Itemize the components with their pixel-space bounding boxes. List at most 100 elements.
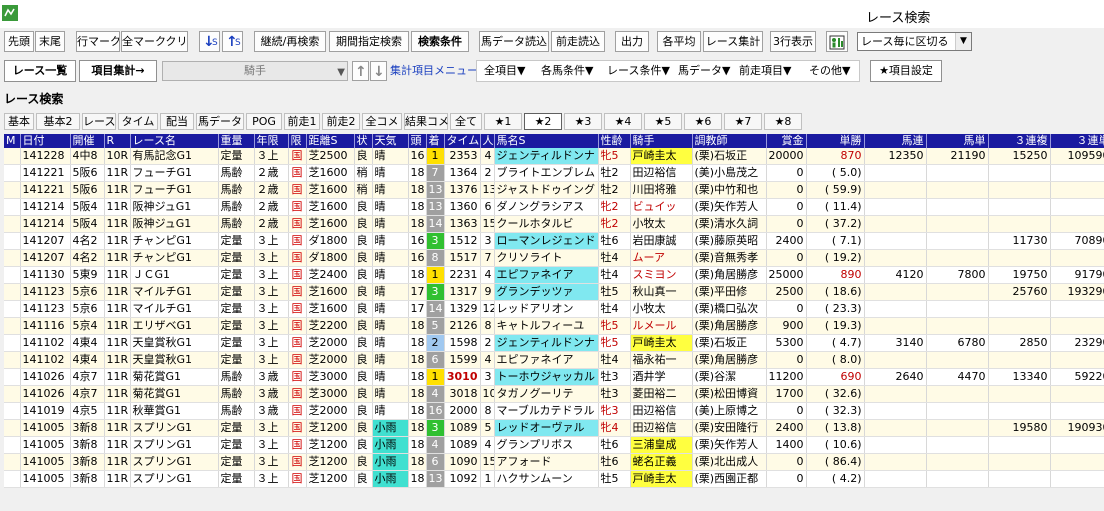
menu-all-items[interactable]: 全項目▼ [484, 62, 525, 80]
clear-marks-button[interactable]: 全マーククリア [121, 31, 188, 52]
cell-win: ( 32.6) [806, 385, 865, 403]
tab-0[interactable]: 基本 [4, 113, 34, 130]
continue-search-button[interactable]: 継続/再検索 [254, 31, 326, 52]
column-header[interactable]: タイム [444, 134, 481, 148]
table-row[interactable]: 141207 4名2 11R チャンピG1 定量 ３上国ダ1800 良晴 16 3 1512 3 ロー… [4, 232, 1104, 250]
column-header[interactable]: 人 [480, 134, 495, 148]
separator-select[interactable]: レース毎に区切る ▼ [857, 32, 972, 51]
tab-12[interactable]: ★1 [484, 113, 522, 130]
column-header[interactable]: 限 [288, 134, 307, 148]
table-row[interactable]: 141005 3新8 11R スプリンG1 定量 ３上国芝1200 良小雨 18 13 1092 1… [4, 470, 1104, 488]
column-header[interactable]: 重量 [218, 134, 255, 148]
tab-17[interactable]: ★6 [684, 113, 722, 130]
table-row[interactable]: 141207 4名2 11R チャンピG1 定量 ３上国ダ1800 良晴 16 8 1517 7 クリ… [4, 249, 1104, 267]
last-button[interactable]: 末尾 [35, 31, 65, 52]
tab-6[interactable]: POG [246, 113, 282, 130]
column-header[interactable]: 天気 [372, 134, 409, 148]
cell-time: 1363 [444, 215, 481, 233]
column-header[interactable]: R [104, 134, 131, 148]
table-row[interactable]: 141221 5阪6 11R フューチG1 馬齢 ２歳国芝1600 稍晴 18 7 1364 2 ブラ… [4, 164, 1104, 182]
table-row[interactable]: 141102 4東4 11R 天皇賞秋G1 定量 ３上国芝2000 良晴 18 6 1599 4 エピ… [4, 351, 1104, 369]
column-header[interactable]: 状 [354, 134, 373, 148]
tab-15[interactable]: ★4 [604, 113, 642, 130]
column-header[interactable]: 開催 [70, 134, 105, 148]
table-row[interactable]: 1412215阪611RフューチG1馬齢２歳国芝1600稍晴1813137613… [4, 181, 1104, 199]
average-button[interactable]: 各平均 [657, 31, 701, 52]
race-aggregate-button[interactable]: レース集計 [703, 31, 763, 52]
tab-2[interactable]: レース [82, 113, 116, 130]
column-header[interactable]: M [4, 134, 21, 148]
table-row[interactable]: 141214 5阪4 11R 阪神ジュG1 馬齢 ２歳国芝1600 良晴 18 13 1360 6 ダ… [4, 198, 1104, 216]
prev-run-read-button[interactable]: 前走読込 [551, 31, 605, 52]
table-row[interactable]: 1411235京611RマイルチG1定量３上国芝1600良晴1714132912… [4, 300, 1104, 318]
aggregate-menu-link[interactable]: 集計項目メニュー [390, 62, 478, 80]
column-header[interactable]: 着 [426, 134, 445, 148]
tab-19[interactable]: ★8 [764, 113, 802, 130]
tab-11[interactable]: 全て [450, 113, 482, 130]
table-row[interactable]: 1410264京711R菊花賞G1馬齢３歳国芝3000良晴184301810タガ… [4, 385, 1104, 403]
item-aggregate-button[interactable]: 項目集計→ [79, 60, 157, 82]
horse-data-read-button[interactable]: 馬データ読込 [479, 31, 549, 52]
table-row[interactable]: 141116 5京4 11R エリザベG1 定量 ３上国芝2200 良晴 18 5 2126 8 キャ… [4, 317, 1104, 335]
column-header[interactable]: 調教師 [692, 134, 767, 148]
sort-asc-button[interactable]: ↑ S [222, 31, 243, 52]
tab-16[interactable]: ★5 [644, 113, 682, 130]
agg-sort-up-button[interactable]: ↑ [352, 61, 369, 81]
column-header[interactable]: 性齢 [598, 134, 631, 148]
tab-8[interactable]: 前走2 [322, 113, 360, 130]
race-list-button[interactable]: レース一覧 [4, 60, 76, 82]
tab-3[interactable]: タイム [118, 113, 158, 130]
output-button[interactable]: 出力 [615, 31, 649, 52]
column-header[interactable]: 年限 [254, 134, 289, 148]
table-row[interactable]: 1412145阪411R阪神ジュG1馬齢２歳国芝1600良晴1814136315… [4, 215, 1104, 233]
menu-other[interactable]: その他▼ [809, 62, 850, 80]
tab-10[interactable]: 結果コメ [404, 113, 449, 130]
table-row[interactable]: 141005 3新8 11R スプリンG1 定量 ３上国芝1200 良小雨 18 4 1089 4 グ… [4, 436, 1104, 454]
table-row[interactable]: 141019 4京5 11R 秋華賞G1 馬齢 ３歳国芝2000 良晴 18 16 2000 8 マー… [4, 402, 1104, 420]
agg-sort-down-button[interactable]: ↓ [370, 61, 387, 81]
item-settings-button[interactable]: ★項目設定 [870, 60, 942, 82]
table-row[interactable]: 141123 5京6 11R マイルチG1 定量 ３上国芝1600 良晴 17 3 1317 9 グラ… [4, 283, 1104, 301]
column-header[interactable]: ３連単 [1050, 134, 1104, 148]
tab-14[interactable]: ★3 [564, 113, 602, 130]
table-row[interactable]: 141026 4京7 11R 菊花賞G1 馬齢 ３歳国芝3000 良晴 18 1 3010 3 トーホ… [4, 368, 1104, 386]
search-conditions-button[interactable]: 検索条件 [411, 31, 469, 52]
tab-13[interactable]: ★2 [524, 113, 562, 130]
column-header[interactable]: 単勝 [806, 134, 865, 148]
table-row[interactable]: 141005 3新8 11R スプリンG1 定量 ３上国芝1200 良小雨 18 3 1089 5 レ… [4, 419, 1104, 437]
menu-horse-conditions[interactable]: 各馬条件▼ [541, 62, 593, 80]
sort-desc-button[interactable]: ↓ S [199, 31, 220, 52]
column-header[interactable]: 馬名S [494, 134, 599, 148]
column-header[interactable]: 賞金 [766, 134, 807, 148]
menu-horse-data[interactable]: 馬データ▼ [678, 62, 730, 80]
menu-prev-items[interactable]: 前走項目▼ [739, 62, 791, 80]
column-header[interactable]: ３連複 [988, 134, 1051, 148]
column-header[interactable]: 馬単 [926, 134, 989, 148]
table-row[interactable]: 1410053新811RスプリンG1定量３上国芝1200良小雨186109015… [4, 453, 1104, 471]
column-header[interactable]: 距離S [306, 134, 355, 148]
tab-9[interactable]: 全コメ [362, 113, 402, 130]
table-row[interactable]: 141102 4東4 11R 天皇賞秋G1 定量 ３上国芝2000 良晴 18 2 1598 2 ジェ… [4, 334, 1104, 352]
tab-7[interactable]: 前走1 [284, 113, 320, 130]
column-header[interactable]: レース名 [130, 134, 219, 148]
chart-button[interactable] [826, 31, 848, 52]
three-row-button[interactable]: 3行表示 [770, 31, 816, 52]
cell-horse: ブライトエンブレム [494, 164, 599, 182]
column-header[interactable]: 騎手 [630, 134, 693, 148]
table-row[interactable]: 141130 5東9 11R ＪＣG1 定量 ３上国芝2400 良晴 18 1 2231 4 エピファ… [4, 266, 1104, 284]
cell-m [4, 232, 21, 250]
column-header[interactable]: 頭 [408, 134, 427, 148]
tab-4[interactable]: 配当 [160, 113, 194, 130]
tab-5[interactable]: 馬データ [196, 113, 244, 130]
tab-18[interactable]: ★7 [724, 113, 762, 130]
cell-wthr: 晴 [372, 164, 409, 182]
column-header[interactable]: 馬連 [864, 134, 927, 148]
first-button[interactable]: 先頭 [4, 31, 34, 52]
tab-1[interactable]: 基本2 [36, 113, 80, 130]
aggregate-target-select[interactable]: 騎手 ▼ [162, 61, 348, 81]
table-row[interactable]: 141228 4中8 10R 有馬記念G1 定量 ３上国芝2500 良晴 16 1 2353 4 ジェ… [4, 148, 1104, 165]
menu-race-conditions[interactable]: レース条件▼ [607, 62, 670, 80]
period-search-button[interactable]: 期間指定検索 [329, 31, 409, 52]
column-header[interactable]: 日付 [20, 134, 71, 148]
row-mark-button[interactable]: 行マーク [76, 31, 120, 52]
